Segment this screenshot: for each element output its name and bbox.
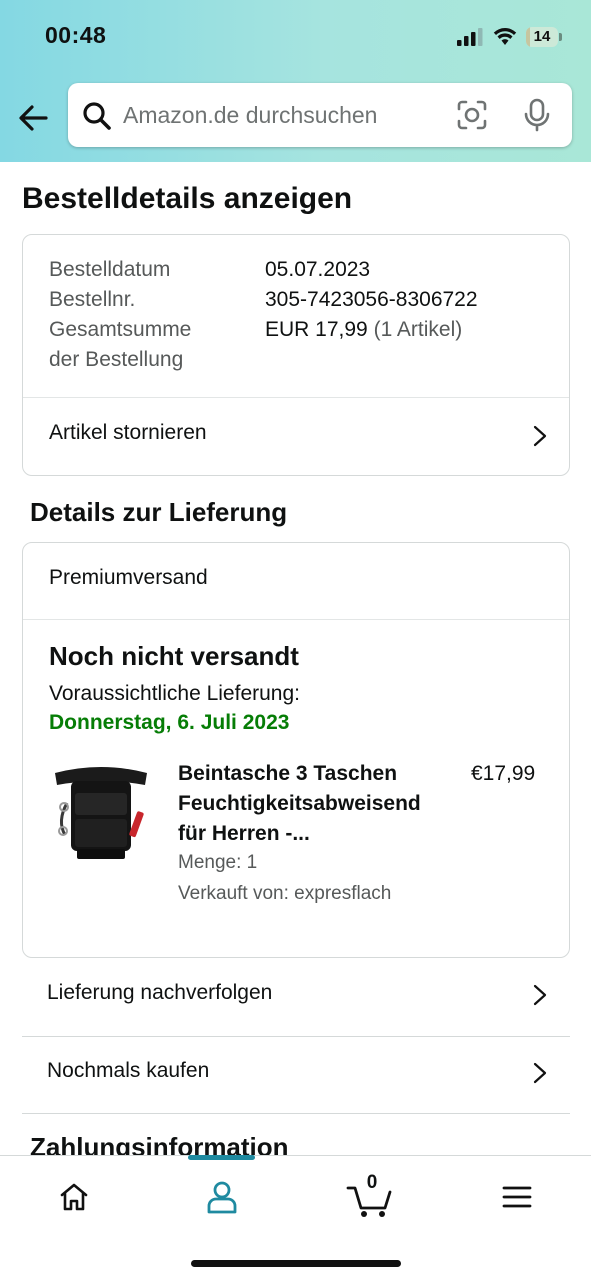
nav-cart[interactable]: 0	[344, 1172, 404, 1222]
battery-level: 14	[533, 28, 551, 45]
back-arrow-icon[interactable]	[14, 98, 54, 138]
track-package-row[interactable]: Lieferung nachverfolgen	[22, 958, 570, 1034]
chevron-right-icon	[533, 984, 547, 1006]
home-icon	[60, 1183, 88, 1211]
product-quantity: Menge: 1	[178, 852, 258, 873]
battery-icon: 14	[526, 27, 562, 47]
shipment-status: Noch nicht versandt	[49, 641, 299, 671]
page-title: Bestelldetails anzeigen	[22, 182, 353, 215]
divider	[22, 1113, 570, 1114]
order-total-label-line1: Gesamtsumme	[49, 318, 192, 341]
account-icon	[207, 1181, 237, 1214]
chevron-right-icon	[533, 1062, 547, 1084]
order-total-amount: EUR 17,99	[265, 318, 368, 341]
product-price: €17,99	[471, 762, 536, 785]
buy-again-label: Nochmals kaufen	[47, 1059, 210, 1082]
nav-account[interactable]	[192, 1174, 252, 1222]
cancel-items-row[interactable]: Artikel stornieren	[23, 398, 569, 476]
search-icon	[83, 102, 111, 130]
chevron-right-icon	[533, 425, 547, 447]
search-bar[interactable]	[68, 83, 572, 147]
order-date-label: Bestelldatum	[49, 258, 171, 281]
cart-count-badge: 0	[366, 1172, 378, 1193]
order-summary-card: Bestelldatum 05.07.2023 Bestellnr. 305-7…	[22, 234, 570, 476]
camera-scan-icon[interactable]	[456, 99, 488, 131]
microphone-icon[interactable]	[523, 98, 551, 132]
header-bar: 00:48 14	[0, 0, 591, 162]
wifi-icon	[493, 28, 517, 45]
track-package-label: Lieferung nachverfolgen	[47, 981, 273, 1004]
hamburger-menu-icon	[502, 1186, 532, 1208]
order-date-value: 05.07.2023	[265, 258, 371, 281]
shipping-method: Premiumversand	[49, 566, 208, 589]
order-number-label: Bestellnr.	[49, 288, 136, 311]
nav-home[interactable]	[44, 1174, 104, 1222]
product-title[interactable]: Beintasche 3 Taschen Feuchtigkeitsabweis…	[178, 759, 448, 849]
search-input[interactable]	[123, 93, 443, 137]
home-indicator	[191, 1260, 401, 1267]
order-total-value: EUR 17,99 (1 Artikel)	[265, 315, 462, 345]
cellular-signal-icon	[457, 28, 483, 46]
status-time: 00:48	[45, 22, 107, 48]
product-seller: Verkauft von: expresflach	[178, 883, 392, 904]
product-image[interactable]	[49, 763, 153, 863]
order-total-label-line2: der Bestellung	[49, 348, 184, 371]
estimated-delivery-date: Donnerstag, 6. Juli 2023	[49, 711, 290, 734]
delivery-card: Premiumversand Noch nicht versandt Vorau…	[22, 542, 570, 958]
nav-menu[interactable]	[488, 1174, 548, 1222]
active-tab-indicator	[188, 1155, 255, 1160]
divider	[23, 619, 569, 620]
order-number-value: 305-7423056-8306722	[265, 288, 478, 311]
order-total-item-count: (1 Artikel)	[373, 318, 463, 341]
delivery-section-title: Details zur Lieferung	[30, 497, 288, 527]
cancel-items-label: Artikel stornieren	[49, 421, 207, 444]
estimated-delivery-label: Voraussichtliche Lieferung:	[49, 682, 300, 705]
buy-again-row[interactable]: Nochmals kaufen	[22, 1036, 570, 1112]
